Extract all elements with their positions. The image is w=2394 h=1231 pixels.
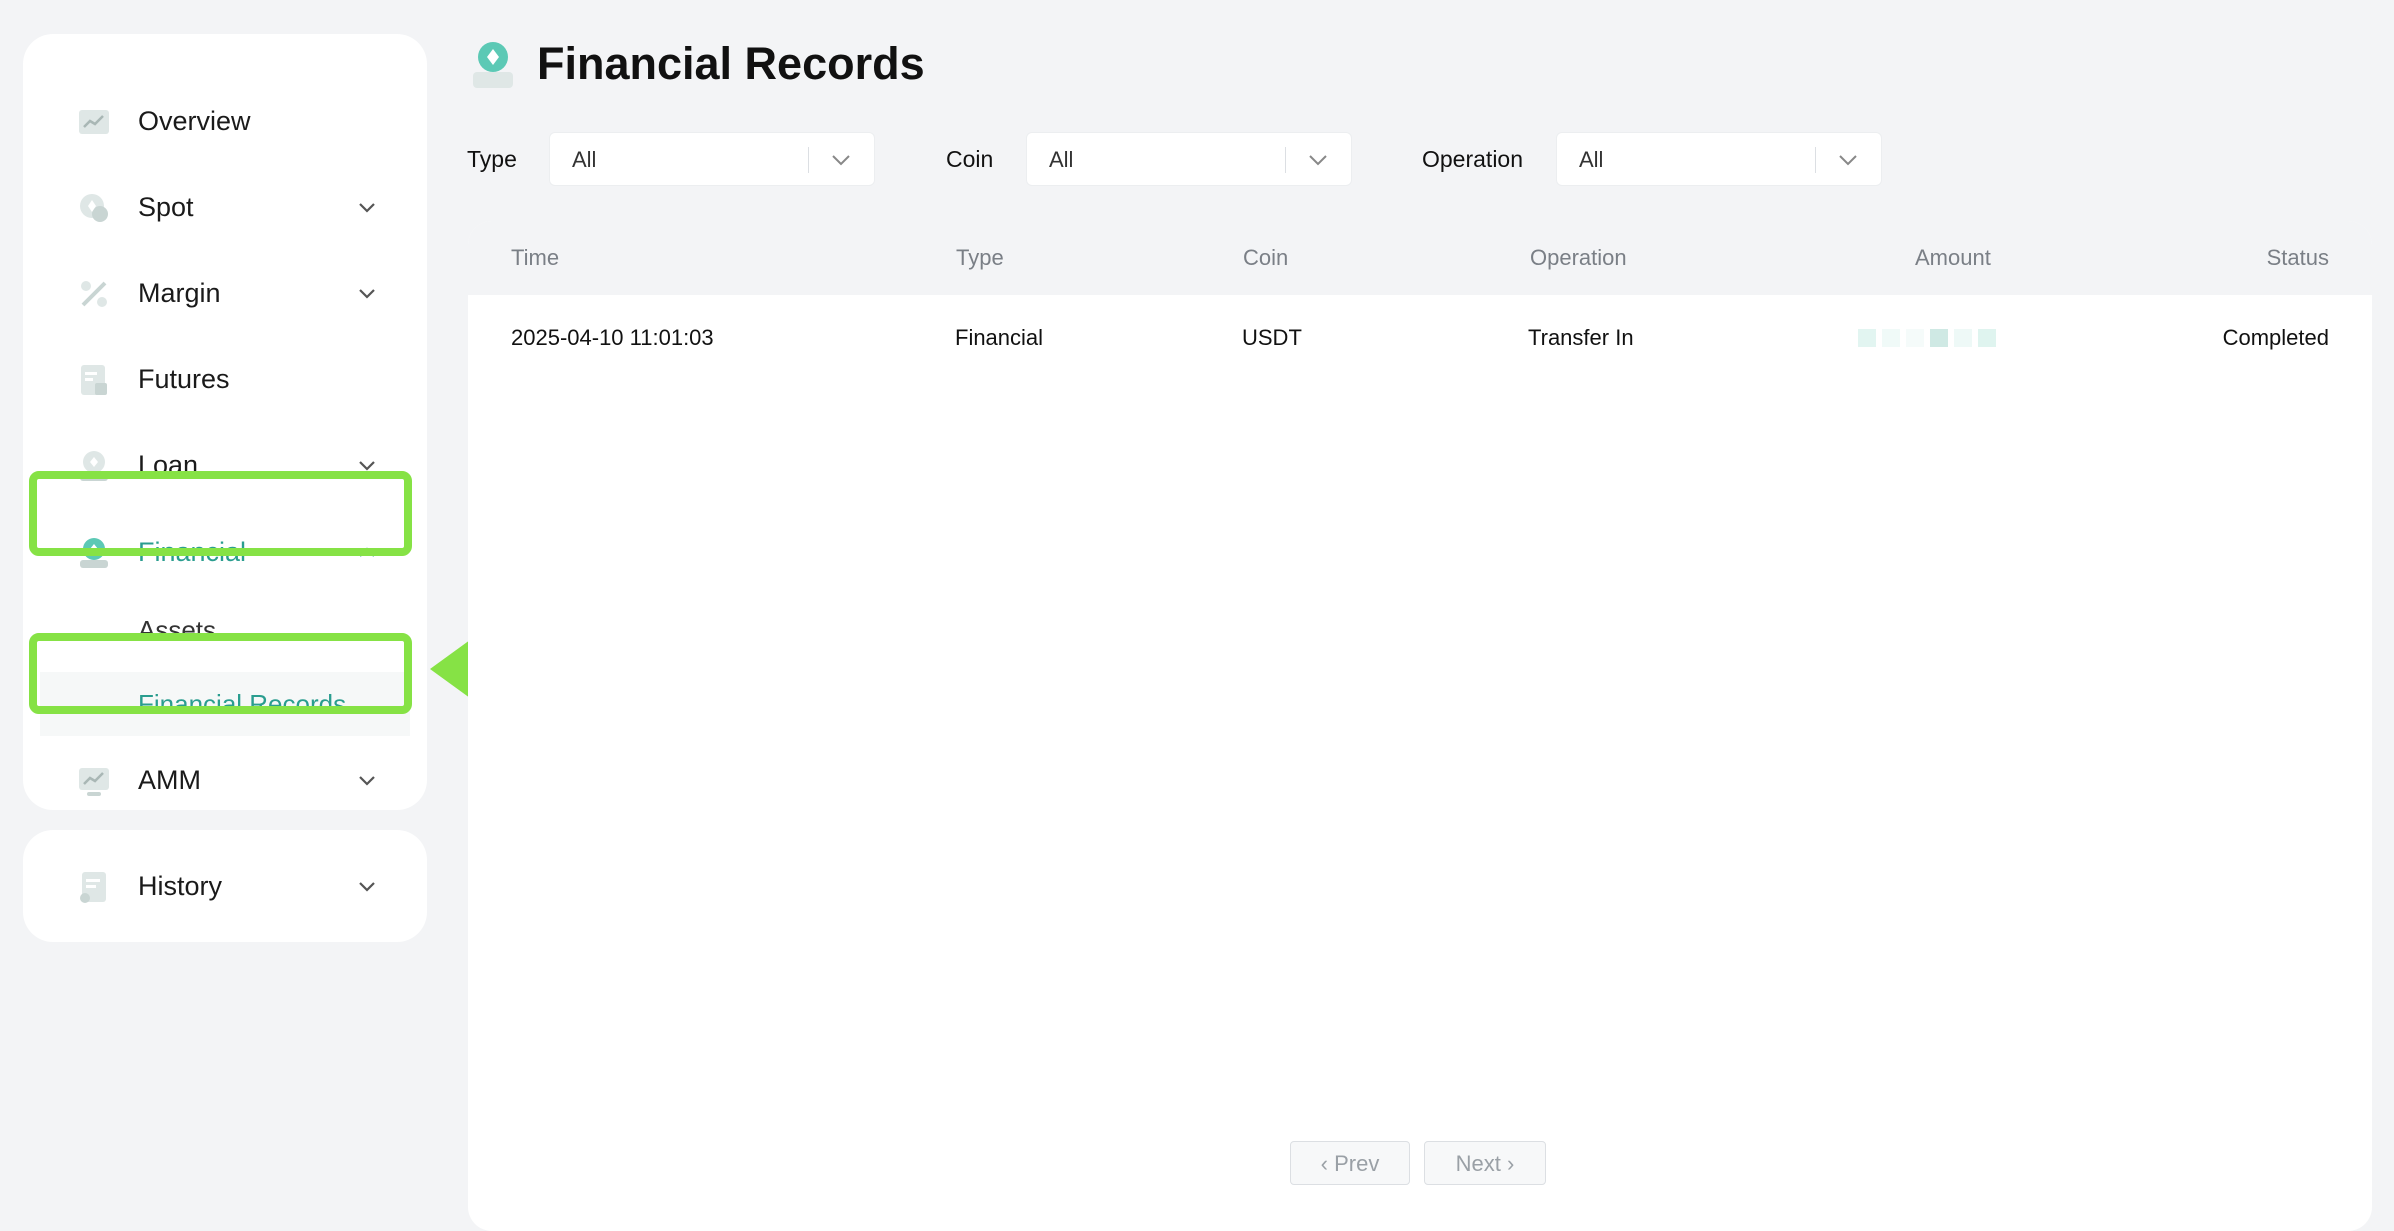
sidebar-subitem-label: Assets — [138, 615, 217, 645]
column-header-amount: Amount — [1915, 245, 1991, 270]
sidebar-item-label: Spot — [138, 192, 194, 222]
cell-operation: Transfer In — [1528, 325, 1634, 350]
page-title: Financial Records — [537, 38, 925, 89]
sidebar-item-label: Margin — [138, 278, 221, 308]
cell-status: Completed — [2222, 325, 2329, 350]
sidebar-item-label: Overview — [138, 106, 251, 136]
column-header-status: Status — [2266, 245, 2329, 270]
chevron-down-icon — [359, 882, 375, 892]
sidebar-nav: Overview Spot Margin Futures Loan Financ… — [23, 34, 427, 810]
document-icon — [81, 365, 107, 395]
financial-icon — [473, 42, 513, 88]
next-page-button[interactable]: Next › — [1424, 1141, 1546, 1185]
select-divider — [808, 147, 809, 173]
chevron-up-icon — [359, 547, 375, 557]
chevron-down-icon — [359, 289, 375, 299]
sidebar-item-label: Financial — [138, 537, 247, 567]
coin-select[interactable]: All — [1026, 132, 1352, 186]
table-header: Time Type Coin Operation Amount Status — [468, 221, 2372, 295]
prev-page-button[interactable]: ‹ Prev — [1290, 1141, 1410, 1185]
column-header-type: Type — [956, 245, 1004, 270]
operation-select[interactable]: All — [1556, 132, 1882, 186]
coin-icon — [80, 194, 108, 222]
column-header-operation: Operation — [1530, 245, 1627, 270]
cell-time: 2025-04-10 11:01:03 — [511, 325, 714, 350]
chart-icon — [79, 110, 109, 134]
select-value: All — [1049, 147, 1074, 172]
sidebar-item-label: Futures — [138, 364, 230, 394]
cell-amount-redacted — [1858, 317, 2002, 357]
sidebar-subitem-financial-records[interactable]: Financial Records — [40, 672, 410, 736]
chevron-down-icon — [359, 776, 375, 786]
sidebar-item-spot[interactable]: Spot — [23, 177, 427, 237]
chevron-down-icon — [1309, 155, 1327, 166]
sidebar-subitem-assets[interactable]: Assets — [40, 598, 410, 662]
sidebar-item-amm[interactable]: AMM — [23, 750, 427, 810]
cell-coin: USDT — [1242, 325, 1302, 350]
filter-label-operation: Operation — [1422, 146, 1524, 172]
sidebar-item-loan[interactable]: Loan — [23, 435, 427, 495]
sidebar-item-financial[interactable]: Financial — [23, 522, 427, 582]
column-header-time: Time — [511, 245, 560, 270]
percent-icon — [81, 281, 107, 307]
select-value: All — [572, 147, 597, 172]
sidebar-item-futures[interactable]: Futures — [23, 349, 427, 409]
prev-label: Prev — [1334, 1151, 1380, 1176]
sidebar-item-margin[interactable]: Margin — [23, 263, 427, 323]
sidebar-subitem-label: Financial Records — [138, 689, 347, 719]
select-value: All — [1579, 147, 1604, 172]
chevron-down-icon — [359, 203, 375, 213]
filter-label-coin: Coin — [946, 146, 994, 172]
amm-icon — [79, 768, 109, 796]
history-icon — [80, 872, 106, 903]
sidebar-item-history[interactable]: History — [23, 856, 427, 916]
type-select[interactable]: All — [549, 132, 875, 186]
chevron-down-icon — [359, 461, 375, 471]
filter-label-type: Type — [467, 146, 517, 172]
sidebar-item-label: AMM — [138, 765, 201, 795]
sidebar-item-overview[interactable]: Overview — [23, 91, 427, 151]
records-table: Time Type Coin Operation Amount Status 2… — [468, 221, 2372, 1231]
column-header-coin: Coin — [1243, 245, 1289, 270]
financial-icon — [80, 538, 108, 568]
loan-icon — [80, 451, 108, 481]
sidebar-history-card: History — [23, 830, 427, 942]
sidebar-item-label: Loan — [138, 450, 199, 480]
select-divider — [1285, 147, 1286, 173]
chevron-down-icon — [1839, 155, 1857, 166]
cell-type: Financial — [955, 325, 1044, 350]
sidebar-item-label: History — [138, 871, 223, 901]
chevron-down-icon — [832, 155, 850, 166]
select-divider — [1815, 147, 1816, 173]
next-label: Next — [1455, 1151, 1501, 1176]
